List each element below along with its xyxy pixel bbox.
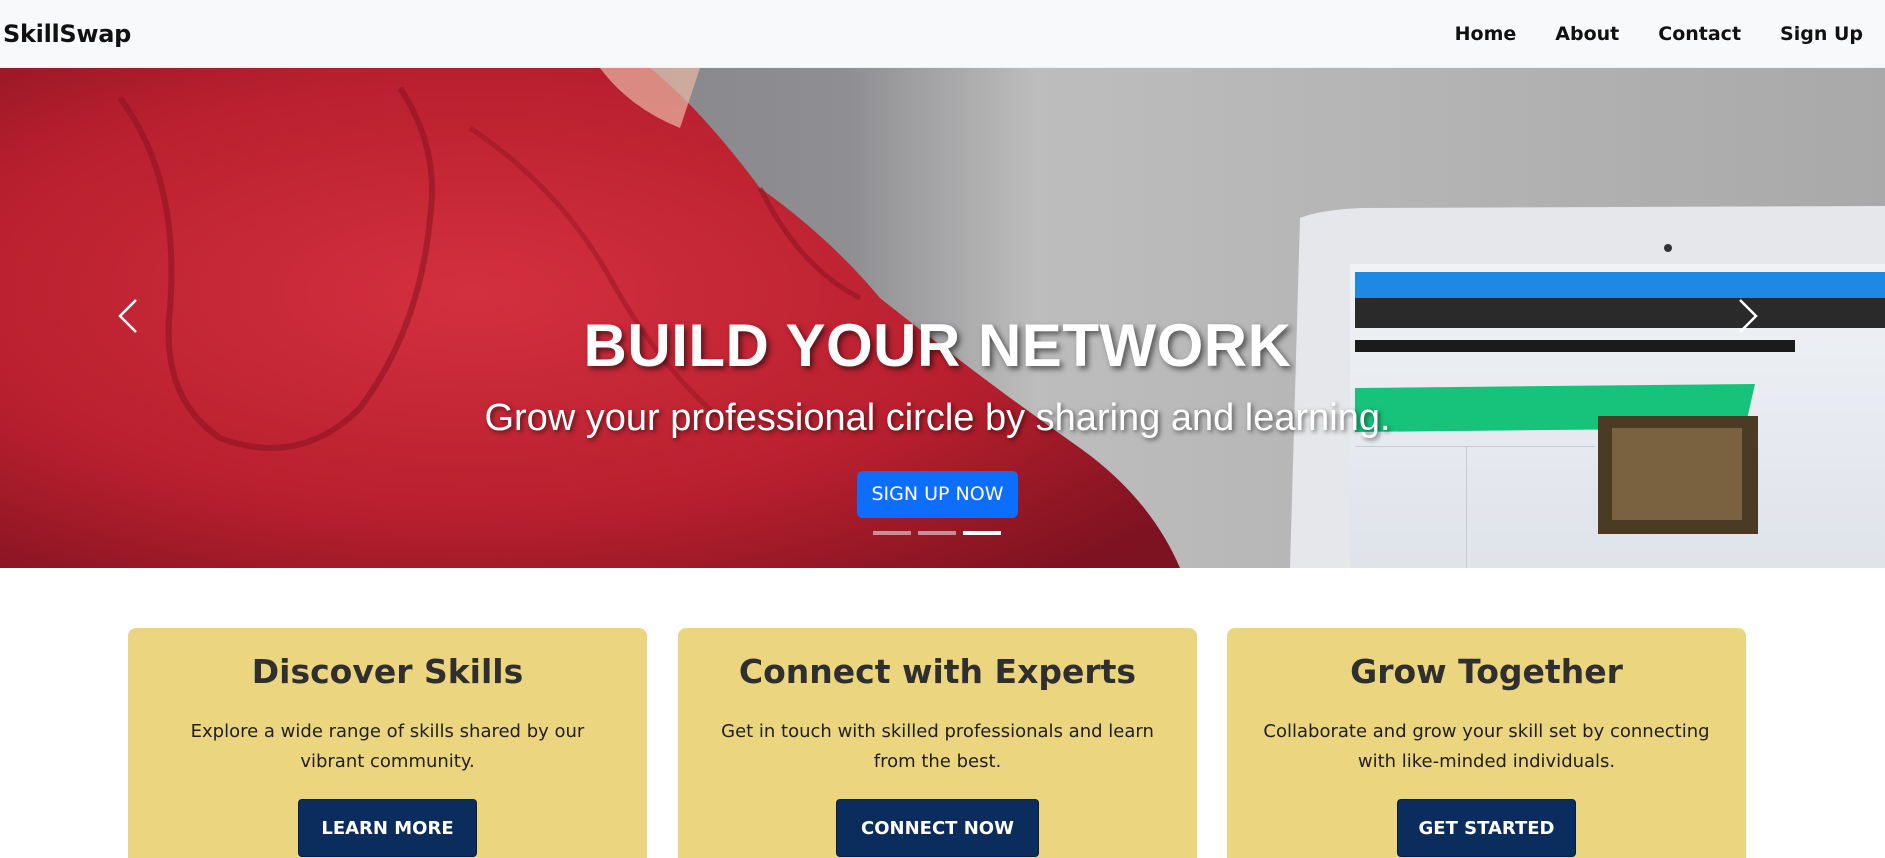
card-title: Grow Together — [1350, 652, 1623, 691]
card-text: Collaborate and grow your skill set by c… — [1263, 721, 1710, 772]
get-started-button[interactable]: GET STARTED — [1397, 799, 1576, 857]
nav-link-home[interactable]: Home — [1455, 23, 1517, 45]
feature-card-grow-together: Grow Together Collaborate and grow your … — [1227, 628, 1746, 858]
nav-link-contact[interactable]: Contact — [1658, 23, 1741, 45]
hero-subtitle: Grow your professional circle by sharing… — [484, 397, 1391, 439]
hero-carousel: BUILD YOUR NETWORK Grow your professiona… — [0, 68, 1885, 568]
nav-links: Home About Contact Sign Up — [1416, 23, 1885, 45]
card-text: Explore a wide range of skills shared by… — [190, 721, 585, 772]
card-title: Connect with Experts — [738, 652, 1137, 691]
features-section: Discover Skills Explore a wide range of … — [128, 628, 1748, 858]
card-title: Discover Skills — [251, 652, 524, 691]
carousel-caption: BUILD YOUR NETWORK Grow your professiona… — [0, 68, 1885, 568]
hero-title: BUILD YOUR NETWORK — [583, 312, 1292, 379]
feature-card-connect-experts: Connect with Experts Get in touch with s… — [678, 628, 1197, 858]
carousel-indicator-1[interactable] — [873, 531, 911, 535]
navbar: SkillSwap Home About Contact Sign Up — [0, 0, 1885, 68]
learn-more-button[interactable]: LEARN MORE — [298, 799, 477, 857]
carousel-indicator-2[interactable] — [918, 531, 956, 535]
connect-now-button[interactable]: CONNECT NOW — [836, 799, 1039, 857]
nav-link-about[interactable]: About — [1555, 23, 1619, 45]
sign-up-now-button[interactable]: SIGN UP NOW — [857, 471, 1018, 518]
carousel-indicator-3[interactable] — [963, 531, 1001, 535]
card-text: Get in touch with skilled professionals … — [721, 721, 1154, 772]
nav-link-sign-up[interactable]: Sign Up — [1780, 23, 1863, 45]
feature-card-discover-skills: Discover Skills Explore a wide range of … — [128, 628, 647, 858]
brand-logo[interactable]: SkillSwap — [0, 20, 131, 48]
carousel-indicators — [873, 531, 1008, 535]
